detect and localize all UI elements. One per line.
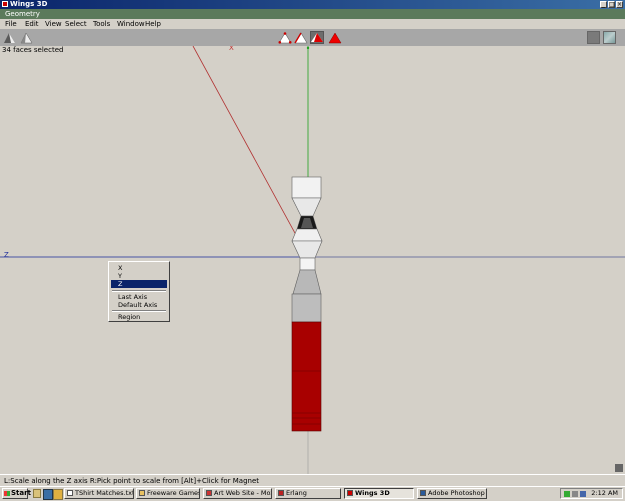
window-titlebar: Wings 3D _ □ ×	[0, 0, 625, 9]
edge-select-icon	[294, 32, 308, 44]
minimize-button[interactable]: _	[600, 1, 607, 8]
model-upper-taper	[291, 197, 322, 217]
perspective-button[interactable]	[20, 31, 33, 44]
x-axis-label: X	[229, 46, 234, 52]
model-neck	[299, 257, 316, 271]
window-controls: _ □ ×	[600, 1, 623, 8]
folder-icon	[139, 490, 145, 496]
outlook-icon[interactable]	[53, 489, 63, 500]
wings-3d-icon	[347, 490, 353, 496]
internet-explorer-icon[interactable]	[43, 489, 53, 500]
geometry-tab-label: Geometry	[5, 10, 40, 18]
menu-item-last-axis[interactable]: Last Axis	[111, 293, 167, 301]
menu-edit[interactable]: Edit	[25, 19, 39, 29]
model-grey-band	[291, 293, 322, 323]
mozilla-icon	[206, 490, 212, 496]
menu-window[interactable]: Window	[117, 19, 145, 29]
vertex-select-icon	[278, 32, 292, 44]
system-tray: 2:12 AM	[560, 488, 623, 499]
task-freeware-games[interactable]: Freeware Games	[136, 488, 200, 499]
window-title: Wings 3D	[10, 0, 48, 8]
model-top-block	[291, 176, 322, 199]
status-text: L:Scale along the Z axis R:Pick point to…	[4, 477, 259, 485]
task-wings-3d[interactable]: Wings 3D	[344, 488, 414, 499]
menu-help[interactable]: Help	[145, 19, 161, 29]
show-desktop-icon[interactable]	[33, 489, 41, 498]
model-middle-lower	[291, 240, 323, 259]
axis-context-menu: X Y Z Last Axis Default Axis Region	[108, 261, 170, 322]
model-selected-faces	[291, 321, 322, 432]
y-axis-marker	[306, 46, 310, 50]
z-axis-label: Z	[4, 251, 9, 259]
close-button[interactable]: ×	[616, 1, 623, 8]
body-mode-button[interactable]	[328, 31, 342, 44]
edge-mode-button[interactable]	[294, 31, 308, 44]
perspective-icon	[20, 32, 33, 44]
menu-separator	[112, 290, 166, 292]
show-axes-button[interactable]	[587, 31, 600, 44]
scene-canvas[interactable]: X	[0, 46, 625, 474]
toolbar	[0, 29, 625, 47]
windows-flag-icon	[4, 491, 10, 496]
menu-tools[interactable]: Tools	[93, 19, 110, 29]
vertex-mode-button[interactable]	[278, 31, 292, 44]
task-art-web-site[interactable]: Art Web Site - Mozilla	[203, 488, 272, 499]
show-grid-button[interactable]	[603, 31, 616, 44]
task-erlang[interactable]: Erlang	[275, 488, 341, 499]
clock[interactable]: 2:12 AM	[591, 489, 618, 498]
3d-viewport[interactable]: X 34 faces selected Z X Y Z Last Axis De…	[0, 46, 625, 474]
erlang-icon	[278, 490, 284, 496]
model-lower-taper	[292, 269, 322, 295]
resize-grip-icon[interactable]	[615, 464, 623, 472]
photoshop-icon	[420, 490, 426, 496]
smooth-shading-icon	[4, 33, 15, 43]
menu-item-z-axis[interactable]: Z	[111, 280, 167, 288]
wings-app-icon	[2, 1, 8, 7]
body-select-icon	[328, 32, 342, 44]
tray-app-icon[interactable]	[580, 491, 586, 497]
menu-item-default-axis[interactable]: Default Axis	[111, 301, 167, 309]
menu-item-x-axis[interactable]: X	[111, 264, 167, 272]
model-middle-upper	[291, 228, 323, 242]
volume-icon[interactable]	[572, 491, 578, 497]
x-axis-line	[192, 46, 309, 258]
windows-taskbar: Start TShirt Matches.txt - ... Freeware …	[0, 486, 625, 501]
notepad-icon	[67, 490, 73, 496]
menu-item-y-axis[interactable]: Y	[111, 272, 167, 280]
task-adobe-photoshop[interactable]: Adobe Photoshop	[417, 488, 487, 499]
task-tshirt-matches[interactable]: TShirt Matches.txt - ...	[64, 488, 134, 499]
face-select-icon	[311, 33, 323, 42]
face-mode-button[interactable]	[310, 31, 324, 44]
geometry-window-tab[interactable]: Geometry	[0, 9, 625, 19]
selection-info: 34 faces selected	[2, 46, 64, 54]
menu-item-region[interactable]: Region	[111, 313, 167, 321]
start-label: Start	[11, 489, 31, 497]
menu-select[interactable]: Select	[65, 19, 87, 29]
menu-view[interactable]: View	[45, 19, 62, 29]
maximize-button[interactable]: □	[608, 1, 615, 8]
start-button[interactable]: Start	[2, 488, 31, 499]
smooth-preview-button[interactable]	[3, 31, 16, 44]
menu-file[interactable]: File	[5, 19, 17, 29]
network-icon[interactable]	[564, 491, 570, 497]
menu-separator	[112, 310, 166, 312]
